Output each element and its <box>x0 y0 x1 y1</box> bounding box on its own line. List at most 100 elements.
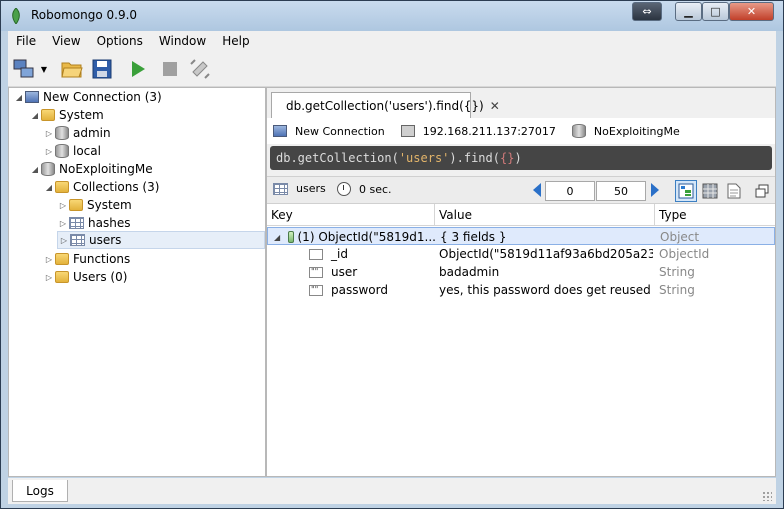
query-editor[interactable]: db.getCollection('users').find({}) <box>270 146 772 170</box>
host-icon <box>400 125 415 137</box>
table-row[interactable]: "" user badadmin String <box>267 263 775 281</box>
database-icon <box>55 126 69 140</box>
results-time: 0 sec. <box>337 182 392 196</box>
query-collection-string: 'users' <box>398 151 450 165</box>
table-view-icon <box>702 183 718 199</box>
column-value[interactable]: Value <box>435 204 655 226</box>
status-bar: Logs <box>8 478 776 504</box>
column-type[interactable]: Type <box>655 204 773 226</box>
tree-system-folder[interactable]: ◢ System <box>29 106 104 124</box>
expanded-arrow-icon[interactable]: ◢ <box>29 106 41 124</box>
connection-database: NoExploitingMe <box>593 124 680 138</box>
layout-toggle-icon <box>190 59 210 79</box>
folder-open-icon <box>61 62 83 78</box>
server-icon <box>273 125 287 137</box>
skip-input[interactable]: 0 <box>545 181 595 201</box>
document-type: Object <box>660 230 700 244</box>
stop-button[interactable] <box>158 57 182 81</box>
query-panel: db.getCollection('users').find({}) ✕ New… <box>266 87 776 477</box>
tree-db-admin[interactable]: ▷ admin <box>43 124 111 142</box>
expanded-arrow-icon[interactable]: ◢ <box>29 160 41 178</box>
tree-functions-folder[interactable]: ▷ Functions <box>43 250 130 268</box>
tree-collection-hashes[interactable]: ▷ hashes <box>57 214 131 232</box>
table-row[interactable]: _id ObjectId("5819d11af93a6bd205a23a8b")… <box>267 245 775 263</box>
dropdown-arrow-icon: ▼ <box>40 64 48 74</box>
results-time-label: 0 sec. <box>359 182 392 196</box>
execute-button[interactable] <box>126 57 150 81</box>
save-button[interactable] <box>90 57 114 81</box>
collection-icon <box>273 182 288 195</box>
tree-db-noexploitingme[interactable]: ◢ NoExploitingMe <box>29 160 153 178</box>
menu-options[interactable]: Options <box>89 34 151 48</box>
orientation-button[interactable] <box>188 57 212 81</box>
server-icon <box>25 91 39 103</box>
tree-view-button[interactable] <box>675 180 697 202</box>
collapsed-arrow-icon[interactable]: ▷ <box>58 231 70 249</box>
address-info: 192.168.211.137:27017 <box>400 124 556 138</box>
next-page-icon[interactable] <box>651 183 659 197</box>
document-key: (1) ObjectId("5819d1... <box>288 228 436 246</box>
field-key-label: user <box>331 265 358 279</box>
previous-page-icon[interactable] <box>533 183 541 197</box>
connect-button[interactable] <box>12 57 36 81</box>
collapsed-arrow-icon[interactable]: ▷ <box>57 214 69 232</box>
minimize-button[interactable]: ▁ <box>675 2 702 21</box>
maximize-button[interactable]: □ <box>702 2 729 21</box>
logs-tab[interactable]: Logs <box>12 480 68 502</box>
field-type: String <box>659 265 695 279</box>
document-key-label: (1) ObjectId("5819d1... <box>297 230 437 244</box>
connect-dropdown-button[interactable]: ▼ <box>38 57 50 81</box>
text-view-button[interactable] <box>723 180 745 202</box>
tree-connection[interactable]: ◢ New Connection (3) <box>13 88 162 106</box>
collapsed-arrow-icon[interactable]: ▷ <box>43 250 55 268</box>
tree-collection-hashes-label: hashes <box>88 216 131 230</box>
tree-users-folder[interactable]: ▷ Users (0) <box>43 268 128 286</box>
tab-close-icon[interactable]: ✕ <box>490 99 500 113</box>
collapsed-arrow-icon[interactable]: ▷ <box>43 142 55 160</box>
objectid-icon <box>309 248 323 260</box>
tree-functions-label: Functions <box>73 252 131 266</box>
connection-address: 192.168.211.137:27017 <box>422 124 556 138</box>
resize-grip-icon[interactable] <box>762 491 772 501</box>
query-tab[interactable]: db.getCollection('users').find({}) ✕ <box>271 92 500 118</box>
menu-help[interactable]: Help <box>214 34 257 48</box>
collapsed-arrow-icon[interactable]: ▷ <box>43 268 55 286</box>
expanded-arrow-icon[interactable]: ◢ <box>43 178 55 196</box>
snap-restore-button[interactable]: ⇔ <box>632 2 662 21</box>
tree-view-icon <box>678 183 694 199</box>
play-icon <box>132 61 145 77</box>
expanded-arrow-icon[interactable]: ◢ <box>274 228 286 246</box>
menu-window[interactable]: Window <box>151 34 214 48</box>
menu-view[interactable]: View <box>44 34 88 48</box>
tree-collection-system[interactable]: ▷ System <box>57 196 132 214</box>
open-button[interactable] <box>60 57 84 81</box>
document-value: { 3 fields } <box>440 230 507 244</box>
document-icon <box>288 231 294 243</box>
limit-input[interactable]: 50 <box>596 181 646 201</box>
close-button[interactable]: ✕ <box>729 2 774 21</box>
app-window: Robomongo 0.9.0 ⇔ ▁ □ ✕ File View Option… <box>0 0 784 509</box>
string-icon: "" <box>309 284 323 296</box>
field-key: "" user <box>309 263 435 281</box>
tree-collections-folder[interactable]: ◢ Collections (3) <box>43 178 160 196</box>
tree-collection-users[interactable]: ▷ users <box>57 231 265 249</box>
menu-file[interactable]: File <box>8 34 44 48</box>
results-collection-label: users <box>296 182 326 195</box>
collection-icon <box>69 217 84 229</box>
expanded-arrow-icon[interactable]: ◢ <box>13 88 25 106</box>
window-title: Robomongo 0.9.0 <box>31 8 138 22</box>
tree-db-local[interactable]: ▷ local <box>43 142 101 160</box>
database-icon <box>571 124 586 138</box>
robomongo-logo-icon <box>12 8 20 24</box>
field-value: yes, this password does get reused <box>439 283 651 297</box>
query-filter: {} <box>499 151 515 165</box>
tree-collection-users-label: users <box>89 233 122 247</box>
collapsed-arrow-icon[interactable]: ▷ <box>57 196 69 214</box>
column-key[interactable]: Key <box>267 204 435 226</box>
collapsed-arrow-icon[interactable]: ▷ <box>43 124 55 142</box>
maximize-results-button[interactable] <box>751 180 773 202</box>
collection-icon <box>70 234 85 246</box>
table-view-button[interactable] <box>699 180 721 202</box>
table-row[interactable]: "" password yes, this password does get … <box>267 281 775 299</box>
document-row[interactable]: ◢ (1) ObjectId("5819d1... { 3 fields } O… <box>267 227 775 245</box>
